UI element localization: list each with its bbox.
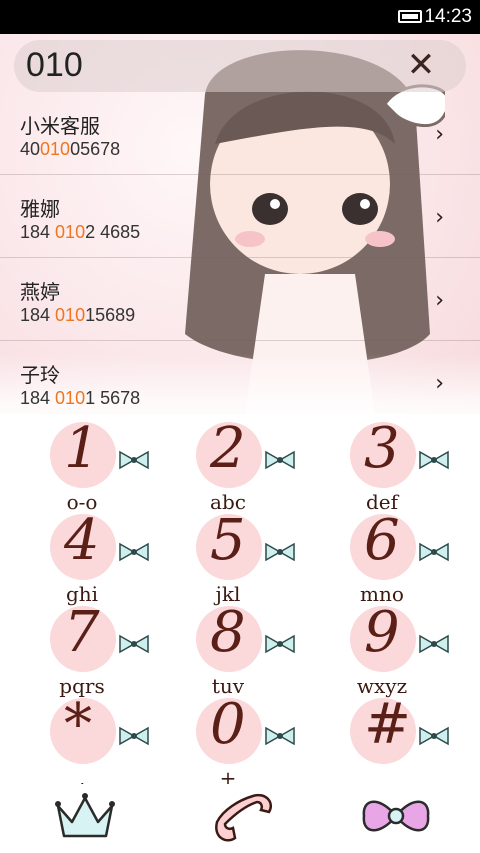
key-4[interactable]: 4 ghi bbox=[22, 508, 152, 606]
chevron-right-icon[interactable]: › bbox=[435, 371, 444, 396]
bow-icon bbox=[119, 450, 149, 470]
contact-number: 184 0102 4685 bbox=[20, 222, 141, 242]
bow-icon bbox=[419, 634, 449, 654]
contact-row[interactable]: 小米客服 4001005678 › bbox=[0, 92, 480, 175]
contact-name: 小米客服 bbox=[20, 114, 100, 138]
crown-icon[interactable] bbox=[54, 792, 116, 842]
key-1[interactable]: 1 o-o bbox=[22, 416, 152, 514]
bow-icon bbox=[265, 542, 295, 562]
chevron-right-icon[interactable]: › bbox=[435, 288, 444, 313]
key-0[interactable]: 0 + bbox=[168, 692, 298, 790]
key-9[interactable]: 9 wxyz bbox=[322, 600, 452, 698]
dialer-action-bar bbox=[0, 784, 480, 853]
clear-icon[interactable]: ✕ bbox=[406, 48, 436, 82]
key-7[interactable]: 7 pqrs bbox=[22, 600, 152, 698]
bow-icon bbox=[419, 450, 449, 470]
key-digit: * bbox=[64, 692, 92, 757]
key-digit: 9 bbox=[364, 600, 400, 665]
contact-number: 184 0101 5678 bbox=[20, 388, 141, 408]
key-5[interactable]: 5 jkl bbox=[168, 508, 298, 606]
battery-icon bbox=[398, 10, 422, 23]
key-digit: 5 bbox=[210, 508, 246, 573]
bow-icon[interactable] bbox=[360, 792, 432, 840]
contact-list: 小米客服 4001005678 › 雅娜 184 0102 4685 › 燕婷 … bbox=[0, 92, 480, 424]
bow-icon bbox=[265, 450, 295, 470]
phone-call-icon[interactable] bbox=[205, 792, 275, 846]
contact-name: 雅娜 bbox=[20, 197, 60, 221]
bow-icon bbox=[119, 542, 149, 562]
contact-number: 4001005678 bbox=[20, 139, 121, 159]
status-time: 14:23 bbox=[424, 6, 472, 27]
chevron-right-icon[interactable]: › bbox=[435, 205, 444, 230]
key-6[interactable]: 6 mno bbox=[322, 508, 452, 606]
contact-name: 燕婷 bbox=[20, 280, 60, 304]
key-hash[interactable]: # bbox=[322, 692, 452, 786]
key-digit: 6 bbox=[364, 508, 400, 573]
key-digit: 4 bbox=[64, 508, 100, 573]
contact-number: 184 01015689 bbox=[20, 305, 136, 325]
key-3[interactable]: 3 def bbox=[322, 416, 452, 514]
key-digit: 3 bbox=[364, 416, 400, 481]
contact-row[interactable]: 燕婷 184 01015689 › bbox=[0, 258, 480, 341]
bow-icon bbox=[419, 726, 449, 746]
key-digit: 7 bbox=[64, 600, 100, 665]
search-bar[interactable]: 010 ✕ bbox=[14, 40, 466, 92]
status-bar: 14:23 bbox=[0, 0, 480, 34]
key-digit: 0 bbox=[210, 692, 246, 757]
dial-keypad: 1 o-o 2 abc 3 def 4 ghi 5 jkl 6 mno 7 pq… bbox=[0, 414, 480, 790]
chevron-right-icon[interactable]: › bbox=[435, 122, 444, 147]
bow-icon bbox=[265, 726, 295, 746]
key-digit: 2 bbox=[210, 416, 246, 481]
key-8[interactable]: 8 tuv bbox=[168, 600, 298, 698]
bow-icon bbox=[119, 634, 149, 654]
bow-icon bbox=[265, 634, 295, 654]
key-digit: 8 bbox=[210, 600, 246, 665]
search-query[interactable]: 010 bbox=[26, 46, 83, 85]
contact-row[interactable]: 雅娜 184 0102 4685 › bbox=[0, 175, 480, 258]
key-digit: # bbox=[364, 692, 411, 757]
key-digit: 1 bbox=[64, 416, 100, 481]
key-star[interactable]: * , bbox=[22, 692, 152, 790]
bow-icon bbox=[419, 542, 449, 562]
bow-icon bbox=[119, 726, 149, 746]
key-2[interactable]: 2 abc bbox=[168, 416, 298, 514]
contact-name: 子玲 bbox=[20, 363, 60, 387]
contact-row[interactable]: 子玲 184 0101 5678 › bbox=[0, 341, 480, 424]
